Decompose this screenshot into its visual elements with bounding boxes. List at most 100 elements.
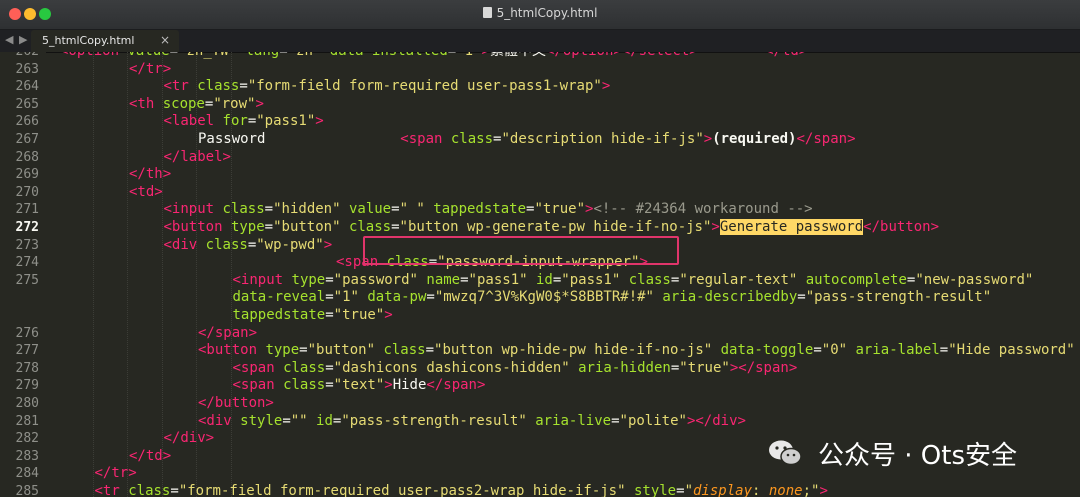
code-token: =	[676, 483, 685, 497]
code-text: <tr class="form-field form-required user…	[95, 483, 828, 497]
code-token: "0"	[821, 342, 856, 359]
code-editor[interactable]: 262<option value="zh_TW" lang="zh" data-…	[0, 52, 1080, 497]
code-token: =	[247, 113, 257, 130]
code-token: "wp-pwd"	[256, 236, 324, 253]
code-token: =	[611, 412, 620, 429]
code-token: scope	[162, 95, 205, 112]
code-text: <span class="text">Hide</span>	[233, 377, 486, 395]
code-token: =	[239, 78, 248, 95]
code-token: aria-label	[855, 342, 940, 359]
code-token: =	[425, 342, 435, 359]
code-text: <tr class="form-field form-required user…	[164, 78, 611, 96]
line-number: 275	[15, 272, 39, 288]
code-line[interactable]: 269 </th>	[0, 166, 1080, 184]
code-token: value	[348, 201, 392, 218]
code-line[interactable]: 272 <button type="button" class="button w…	[0, 219, 1080, 237]
code-token: "1"	[456, 52, 481, 59]
code-token: "mwzq7^3V%KgW0$*S8BBTR#!#"	[434, 289, 663, 306]
code-token: "button"	[307, 342, 384, 359]
code-token: type	[291, 271, 326, 288]
code-token: ></div>	[686, 412, 746, 429]
code-token: style	[633, 483, 677, 497]
line-number: 285	[15, 484, 39, 497]
code-token: =	[448, 52, 456, 59]
code-token: =	[797, 289, 806, 306]
code-line[interactable]: 271 <input class="hidden" value=" " tappe…	[0, 201, 1080, 219]
code-token: =	[426, 289, 435, 306]
code-token: <button	[163, 219, 231, 235]
code-line[interactable]: 263 </tr>	[0, 61, 1080, 79]
code-token: </th>	[129, 166, 172, 183]
code-token: style	[240, 412, 283, 429]
tab-label: 5_htmlCopy.html	[42, 34, 135, 47]
tab-navigation-arrows[interactable]: ◀ ▶	[5, 33, 28, 46]
code-line[interactable]: 280 </button>	[0, 395, 1080, 413]
code-token: Generate password	[719, 219, 864, 235]
code-token: >	[601, 78, 611, 95]
code-line[interactable]: 268 </label>	[0, 149, 1080, 167]
code-token: </span>	[198, 324, 258, 341]
code-line[interactable]: 262<option value="zh_TW" lang="zh" data-…	[0, 52, 1080, 61]
code-line[interactable]: data-reveal="1" data-pw="mwzq7^3V%KgW0$*…	[0, 289, 1080, 307]
code-token: =	[325, 377, 334, 394]
code-text: <td>	[129, 184, 163, 202]
code-token: "pass-strength-result"	[341, 412, 536, 429]
code-token: >	[323, 236, 333, 253]
line-number: 269	[15, 167, 39, 183]
code-line[interactable]: 277 <button type="button" class="button w…	[0, 342, 1080, 360]
code-token: =	[325, 271, 334, 288]
code-line[interactable]: 285 <tr class="form-field form-required u…	[0, 483, 1080, 497]
code-token: =	[325, 359, 334, 376]
code-line[interactable]: 264 <tr class="form-field form-required u…	[0, 78, 1080, 96]
code-token: "pass-strength-result"	[805, 289, 992, 306]
code-token: <!-- #24364 workaround -->	[593, 201, 813, 218]
code-token: " "	[399, 201, 434, 218]
code-token: >	[703, 131, 713, 147]
code-token: aria-live	[535, 412, 612, 429]
code-token: "row"	[213, 95, 256, 112]
code-line[interactable]: 281 <div style="" id="pass-strength-resul…	[0, 413, 1080, 431]
code-token: "	[684, 483, 693, 497]
close-tab-icon[interactable]: ×	[160, 33, 170, 47]
code-token: >	[315, 113, 324, 130]
code-text: <span class="dashicons dashicons-hidden"…	[233, 360, 798, 378]
code-line[interactable]: 276 </span>	[0, 325, 1080, 343]
code-line[interactable]: tappedstate="true">	[0, 307, 1080, 325]
code-token: "true"	[679, 359, 730, 376]
code-token: =	[813, 342, 822, 359]
file-icon	[482, 7, 492, 18]
code-token: tappedstate	[433, 201, 526, 218]
code-token: <td>	[129, 183, 163, 200]
code-line[interactable]: 266 <label for="pass1">	[0, 113, 1080, 131]
code-line[interactable]: 270 <td>	[0, 184, 1080, 202]
code-token: "pass1"	[468, 271, 536, 288]
code-token: "password"	[333, 271, 427, 288]
code-line[interactable]: 278 <span class="dashicons dashicons-hidd…	[0, 360, 1080, 378]
line-number: 263	[15, 61, 39, 77]
tab-5-htmlcopy[interactable]: 5_htmlCopy.html ×	[31, 30, 179, 52]
code-line[interactable]: 279 <span class="text">Hide</span>	[0, 377, 1080, 395]
code-token: </label>	[163, 148, 231, 165]
code-token: "form-field form-required user-pass2-wra…	[178, 483, 634, 497]
code-text: <option value="zh_TW" lang="zh" data-ins…	[60, 52, 807, 61]
code-token: data-toggle	[720, 342, 814, 359]
code-token: none	[768, 483, 803, 497]
code-line[interactable]: 265 <th scope="row">	[0, 96, 1080, 114]
code-text: </label>	[164, 149, 231, 167]
code-token: "form-field form-required user-pass1-wra…	[247, 78, 602, 95]
code-token: <div	[163, 236, 206, 253]
code-line[interactable]: 275 <input type="password" name="pass1" i…	[0, 272, 1080, 290]
code-token: >	[384, 307, 393, 323]
code-token: data-installed	[330, 52, 448, 59]
code-text: <input type="password" name="pass1" id="…	[233, 272, 1034, 290]
code-token: class	[628, 271, 671, 288]
code-line[interactable]: 267 Password <span class="description hid…	[0, 131, 1080, 149]
code-text: <th scope="row">	[129, 96, 264, 114]
code-token: <label	[163, 113, 223, 130]
code-token: "text"	[333, 377, 385, 394]
code-token: Password	[198, 131, 266, 147]
code-token: <input	[232, 271, 292, 288]
code-token: ></span>	[729, 359, 798, 376]
code-text: </tr>	[129, 61, 171, 79]
line-number: 279	[15, 378, 39, 394]
